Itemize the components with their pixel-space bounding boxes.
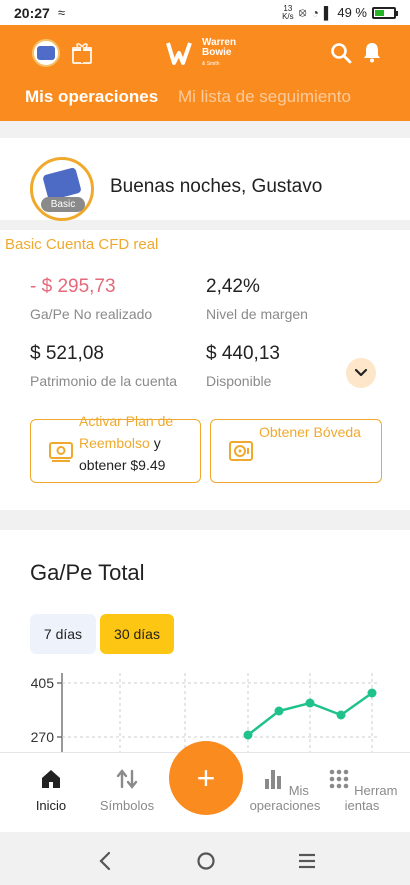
gift-icon[interactable]	[70, 41, 94, 65]
unrealized-pnl-value: - $ 295,73	[30, 276, 116, 297]
brand-name-line2: Bowie	[202, 46, 232, 58]
data-point	[367, 688, 377, 698]
network-speed: 13 K/s	[282, 4, 294, 21]
vault-icon	[229, 441, 253, 461]
network-speed-unit: K/s	[282, 11, 294, 21]
back-icon[interactable]	[95, 850, 117, 872]
nav-label-herramientas: Herramientas	[344, 783, 398, 813]
tab-lista-seguimiento[interactable]: Mi lista de seguimiento	[178, 87, 351, 107]
nav-label-inicio: Inicio	[35, 798, 67, 813]
y-tick-label: 270	[31, 729, 55, 745]
gem-icon	[42, 167, 82, 201]
recents-icon[interactable]	[296, 850, 318, 872]
nav-mis-operaciones[interactable]: Mis operaciones	[240, 767, 330, 813]
new-order-fab[interactable]: +	[169, 741, 243, 815]
available-label: Disponible	[206, 373, 272, 389]
y-tick-label: 405	[31, 675, 55, 691]
greeting-text: Buenas noches, Gustavo	[110, 176, 323, 197]
wifi-icon: ◔	[311, 5, 319, 20]
profile-avatar[interactable]	[32, 39, 60, 67]
range-7-days-button[interactable]: 7 días	[30, 614, 96, 654]
account-title[interactable]: Basic Cuenta CFD real	[5, 236, 158, 253]
battery-text: 49 %	[337, 5, 367, 20]
rebate-plan-card[interactable]: Activar Plan de Reembolso y obtener $9.4…	[30, 413, 201, 483]
expand-account-button[interactable]	[346, 358, 376, 388]
range-30-days-button[interactable]: 30 días	[100, 614, 174, 654]
pnl-title: Ga/Pe Total	[30, 560, 145, 585]
data-point	[305, 698, 315, 708]
greeting-card: Basic Buenas noches, Gustavo	[0, 138, 410, 221]
swap-arrows-icon	[116, 769, 138, 789]
nav-simbolos[interactable]: Símbolos	[92, 767, 162, 813]
pnl-section: Ga/Pe Total 7 días 30 días 405 270	[0, 530, 410, 760]
signal-icon: ▌	[323, 5, 333, 20]
vault-link[interactable]: Obtener Bóveda	[259, 421, 369, 443]
equity-value: $ 521,08	[30, 343, 104, 364]
nav-label-simbolos: Símbolos	[99, 798, 155, 813]
margin-level-label: Nivel de margen	[206, 306, 308, 322]
account-summary: Basic Cuenta CFD real - $ 295,73 Ga/Pe N…	[0, 230, 410, 510]
available-value: $ 440,13	[206, 343, 280, 364]
level-badge: Basic	[41, 197, 85, 212]
chevron-down-icon	[354, 368, 368, 377]
home-circle-icon[interactable]	[195, 850, 217, 872]
nav-inicio[interactable]: Inicio	[28, 767, 74, 813]
bell-icon[interactable]	[362, 41, 382, 63]
nav-herramientas[interactable]: Herramientas	[326, 767, 398, 813]
tab-mis-operaciones[interactable]: Mis operaciones	[25, 87, 158, 107]
search-icon[interactable]	[330, 42, 352, 64]
brand-logo: Warren Bowie & Smith	[166, 37, 266, 69]
home-icon	[42, 770, 60, 788]
notification-icon: ≈	[57, 5, 65, 20]
brand-name-line3: & Smith	[202, 60, 220, 67]
equity-label: Patrimonio de la cuenta	[30, 373, 178, 389]
bar-chart-icon	[265, 770, 282, 789]
status-bar: 20:27 ≈ 13 K/s ⦻ ◔ ▌ 49 %	[0, 0, 410, 25]
vault-card[interactable]: Obtener Bóveda	[210, 419, 382, 483]
data-point	[336, 710, 346, 720]
battery-icon	[372, 6, 398, 19]
system-navigation-bar	[0, 835, 410, 885]
mute-icon: ⦻	[298, 5, 307, 19]
operations-tabs: Mis operaciones Mi lista de seguimiento	[0, 87, 410, 117]
margin-level-value: 2,42%	[206, 276, 260, 297]
app-header: Warren Bowie & Smith Mis operaciones Mi …	[0, 25, 410, 121]
account-level-avatar[interactable]: Basic	[30, 157, 94, 221]
grid-icon	[329, 769, 348, 789]
cashback-icon	[49, 442, 73, 462]
unrealized-pnl-label: Ga/Pe No realizado	[30, 306, 153, 322]
status-time: 20:27	[14, 4, 50, 21]
data-point	[274, 706, 284, 716]
brand-logo-icon	[166, 42, 192, 65]
bottom-navigation: Inicio Símbolos + Mis operaciones Herram…	[0, 741, 410, 832]
data-point	[243, 730, 253, 740]
